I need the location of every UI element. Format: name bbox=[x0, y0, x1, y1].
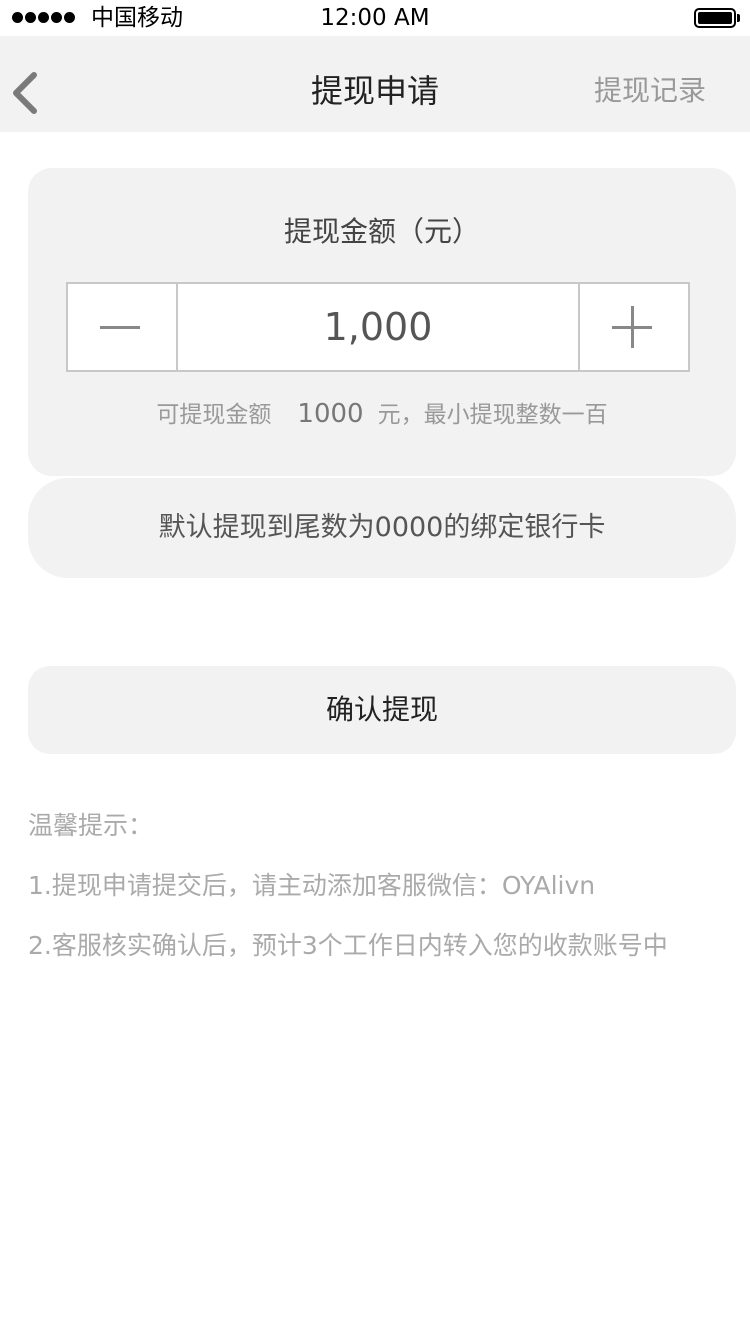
decrease-button[interactable] bbox=[68, 284, 178, 370]
chevron-left-icon bbox=[13, 72, 37, 114]
amount-input[interactable]: 1,000 bbox=[178, 284, 578, 370]
tips-section: 温馨提示： 1.提现申请提交后，请主动添加客服微信：OYAlivn 2.客服核实… bbox=[28, 796, 750, 976]
increase-button[interactable] bbox=[578, 284, 688, 370]
bank-card-selector[interactable]: 默认提现到尾数为0000的绑定银行卡 bbox=[28, 478, 736, 578]
back-button[interactable] bbox=[0, 36, 60, 132]
amount-label: 提现金额（元） bbox=[283, 215, 480, 248]
minus-icon bbox=[100, 326, 140, 329]
withdraw-amount-card: 提现金额（元） 1,000 可提现金额 1000 元，最小提现整数一百 bbox=[28, 168, 736, 476]
tip-item: 1.提现申请提交后，请主动添加客服微信：OYAlivn bbox=[28, 871, 596, 900]
available-prefix: 可提现金额 bbox=[156, 402, 272, 428]
amount-stepper: 1,000 bbox=[66, 282, 690, 372]
withdraw-history-link[interactable]: 提现记录 bbox=[594, 36, 706, 146]
status-time: 12:00 AM bbox=[320, 5, 430, 31]
confirm-withdraw-button[interactable]: 确认提现 bbox=[28, 666, 736, 754]
tip-item: 2.客服核实确认后，预计3个工作日内转入您的收款账号中 bbox=[28, 931, 668, 960]
battery-icon bbox=[694, 8, 740, 28]
available-suffix: 元，最小提现整数一百 bbox=[377, 402, 608, 428]
navigation-bar: 提现申请 提现记录 bbox=[0, 36, 750, 132]
available-amount: 1000 bbox=[297, 399, 364, 429]
tips-title: 温馨提示： bbox=[28, 811, 154, 840]
status-bar: 中国移动 12:00 AM bbox=[0, 0, 750, 36]
available-amount-hint: 可提现金额 1000 元，最小提现整数一百 bbox=[28, 396, 736, 433]
